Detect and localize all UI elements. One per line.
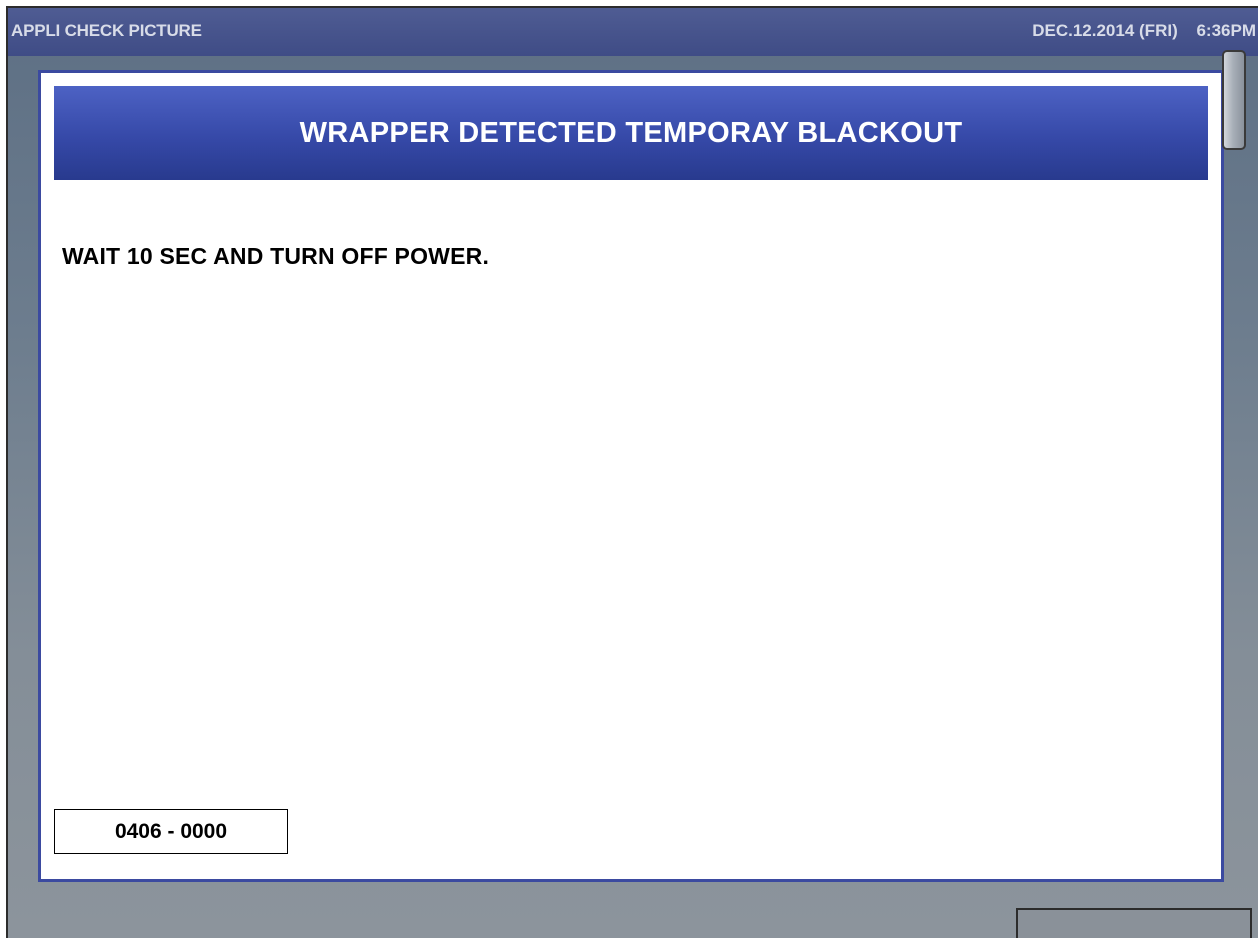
bottom-status-bar[interactable] — [1016, 908, 1252, 938]
scroll-handle[interactable] — [1222, 50, 1246, 150]
screen: APPLI CHECK PICTURE DEC.12.2014 (FRI) 6:… — [6, 6, 1258, 938]
error-code-box: 0406 - 0000 — [54, 809, 288, 854]
date-display: DEC.12.2014 (FRI) — [1032, 21, 1178, 40]
datetime: DEC.12.2014 (FRI) 6:36PM — [1032, 21, 1256, 41]
app-title: APPLI CHECK PICTURE — [11, 21, 202, 40]
dialog-message: WAIT 10 SEC AND TURN OFF POWER. — [62, 243, 490, 269]
error-dialog: WRAPPER DETECTED TEMPORAY BLACKOUT WAIT … — [38, 70, 1224, 882]
time-display: 6:36PM — [1196, 21, 1256, 40]
dialog-title: WRAPPER DETECTED TEMPORAY BLACKOUT — [54, 86, 1208, 180]
top-bar: APPLI CHECK PICTURE DEC.12.2014 (FRI) 6:… — [8, 8, 1258, 56]
